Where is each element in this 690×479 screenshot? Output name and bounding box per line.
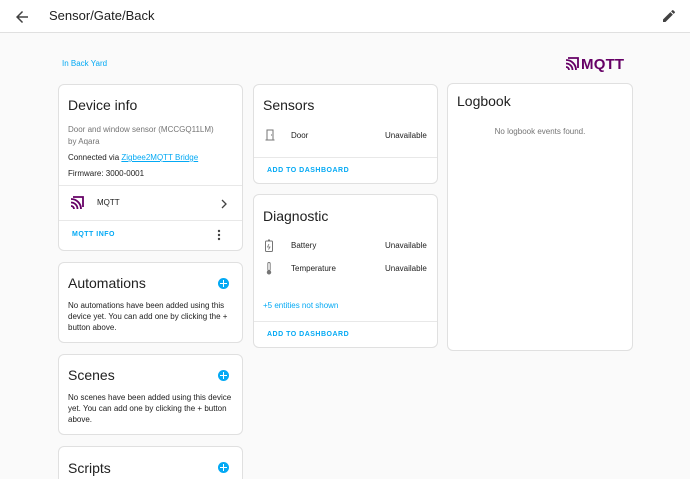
- pencil-icon[interactable]: [661, 8, 677, 24]
- diagnostic-name: Temperature: [291, 264, 336, 273]
- firmware-version: Firmware: 3000-0001: [68, 169, 144, 178]
- top-app-bar: Sensor/Gate/Back: [0, 0, 690, 33]
- page-title: Sensor/Gate/Back: [49, 8, 155, 23]
- mqtt-logo-text: MQTT: [581, 56, 624, 73]
- divider: [254, 157, 437, 158]
- integration-row[interactable]: MQTT: [59, 186, 242, 220]
- mqtt-logo: MQTT: [565, 55, 624, 73]
- hidden-entities-link[interactable]: +5 entities not shown: [263, 301, 338, 310]
- bridge-link[interactable]: Zigbee2MQTT Bridge: [121, 153, 198, 162]
- scenes-title: Scenes: [68, 367, 115, 383]
- diagnostic-title: Diagnostic: [263, 208, 328, 224]
- mqtt-info-button[interactable]: MQTT INFO: [72, 231, 115, 238]
- device-info-title: Device info: [68, 97, 137, 113]
- area-link[interactable]: In Back Yard: [62, 59, 107, 68]
- mqtt-integration-icon: [70, 196, 84, 210]
- connected-via-label: Connected via: [68, 153, 121, 162]
- logbook-title: Logbook: [457, 93, 511, 109]
- add-script-plus-icon[interactable]: [218, 462, 229, 473]
- sensors-title: Sensors: [263, 97, 314, 113]
- chevron-right-icon: [220, 199, 228, 209]
- add-to-dashboard-button[interactable]: ADD TO DASHBOARD: [267, 167, 349, 174]
- device-info-card: Device info Door and window sensor (MCCG…: [58, 84, 243, 251]
- diagnostic-row-temperature[interactable]: Temperature Unavailable: [254, 259, 437, 279]
- diagnostic-name: Battery: [291, 241, 316, 250]
- add-to-dashboard-button[interactable]: ADD TO DASHBOARD: [267, 331, 349, 338]
- mqtt-logo-icon: [565, 57, 579, 71]
- battery-icon: [265, 239, 273, 252]
- sensor-row-door[interactable]: Door Unavailable: [254, 125, 437, 147]
- diagnostic-card: Diagnostic Battery Unavailable Temperatu…: [253, 194, 438, 348]
- scripts-card: Scripts: [58, 446, 243, 479]
- sensors-card: Sensors Door Unavailable ADD TO DASHBOAR…: [253, 84, 438, 184]
- scenes-card: Scenes No scenes have been added using t…: [58, 354, 243, 435]
- divider: [254, 321, 437, 322]
- scenes-empty-text: No scenes have been added using this dev…: [68, 392, 236, 425]
- diagnostic-state: Unavailable: [385, 241, 427, 250]
- sensor-state: Unavailable: [385, 131, 427, 140]
- connected-via: Connected via Zigbee2MQTT Bridge: [68, 153, 198, 162]
- device-manufacturer: by Aqara: [68, 137, 100, 146]
- automations-card: Automations No automations have been add…: [58, 262, 243, 343]
- logbook-empty-text: No logbook events found.: [448, 127, 632, 136]
- logbook-card: Logbook No logbook events found.: [447, 83, 633, 351]
- automations-title: Automations: [68, 275, 146, 291]
- integration-label: MQTT: [97, 198, 120, 207]
- divider: [59, 220, 242, 221]
- add-automation-plus-icon[interactable]: [218, 278, 229, 289]
- diagnostic-row-battery[interactable]: Battery Unavailable: [254, 236, 437, 256]
- device-model: Door and window sensor (MCCGQ11LM): [68, 125, 214, 134]
- sensor-name: Door: [291, 131, 308, 140]
- more-vertical-icon[interactable]: [217, 229, 221, 241]
- back-arrow-icon[interactable]: [13, 8, 31, 26]
- automations-empty-text: No automations have been added using thi…: [68, 300, 236, 333]
- thermometer-icon: [265, 262, 273, 275]
- add-scene-plus-icon[interactable]: [218, 370, 229, 381]
- diagnostic-state: Unavailable: [385, 264, 427, 273]
- scripts-title: Scripts: [68, 460, 111, 476]
- door-icon: [265, 129, 275, 141]
